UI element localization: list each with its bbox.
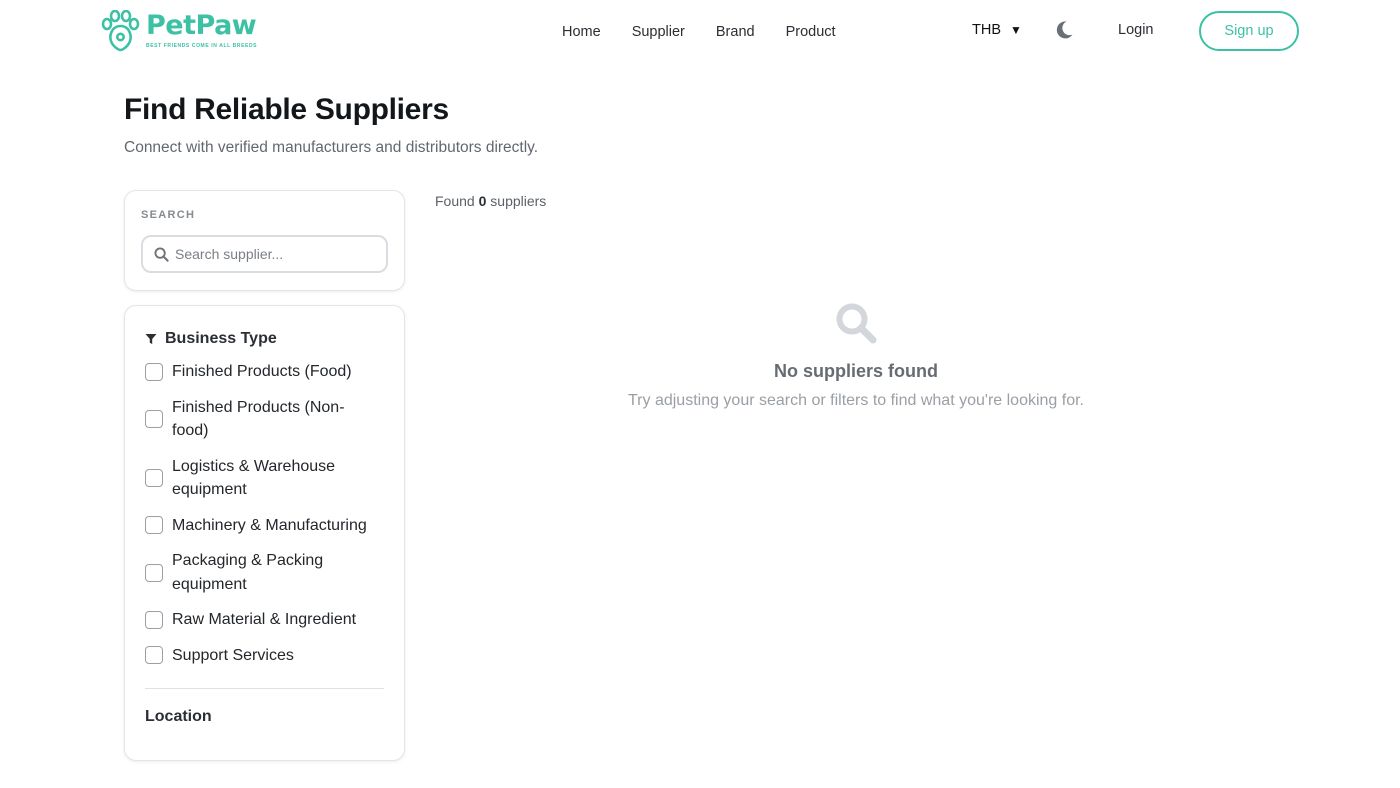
option-label: Finished Products (Non-food) (172, 398, 345, 440)
option-label: Logistics & Warehouse equipment (172, 457, 336, 499)
business-type-option[interactable]: Logistics & Warehouse equipment (145, 455, 390, 502)
top-header: PetPaw BEST FRIENDS COME IN ALL BREEDS H… (0, 0, 1400, 64)
business-type-option[interactable]: Packaging & Packing equipment (145, 549, 390, 596)
location-section-toggle[interactable]: Location (145, 708, 212, 726)
business-type-option[interactable]: Finished Products (Food) (145, 360, 390, 384)
empty-state-title: No suppliers found (774, 361, 938, 381)
empty-state-text: Try adjusting your search or filters to … (627, 392, 1084, 409)
found-count: 0 (478, 193, 487, 209)
nav-product[interactable]: Product (786, 23, 836, 41)
business-type-options: Finished Products (Food) Finished Produc… (145, 360, 390, 679)
checkbox[interactable] (145, 610, 163, 629)
empty-search-icon (836, 303, 877, 344)
checkbox[interactable] (145, 516, 163, 535)
page-subtitle: Connect with verified manufacturers and … (124, 139, 539, 156)
signup-button[interactable]: Sign up (1199, 11, 1299, 51)
nav-supplier[interactable]: Supplier (632, 23, 685, 41)
caret-down-icon: ▼ (1010, 23, 1022, 37)
option-label: Support Services (172, 646, 294, 664)
paw-logo-icon (101, 10, 140, 52)
currency-value: THB (972, 22, 1001, 38)
petpaw-logo[interactable]: PetPaw BEST FRIENDS COME IN ALL BREEDS (100, 10, 257, 52)
checkbox[interactable] (145, 646, 163, 665)
option-label: Finished Products (Food) (172, 363, 352, 380)
page-title: Find Reliable Suppliers (124, 93, 449, 126)
option-label: Machinery & Manufacturing (172, 516, 367, 534)
business-type-option[interactable]: Machinery & Manufacturing (145, 514, 390, 538)
divider (145, 688, 384, 689)
business-type-title: Business Type (165, 330, 277, 347)
search-label: SEARCH (141, 209, 196, 221)
main-nav: Home Supplier Brand Product (562, 23, 867, 41)
option-label: Raw Material & Ingredient (172, 611, 357, 628)
business-type-option[interactable]: Finished Products (Non-food) (145, 396, 390, 443)
filter-card: Business Type Finished Products (Food) F… (124, 305, 405, 761)
brand-tagline: BEST FRIENDS COME IN ALL BREEDS (146, 43, 258, 49)
checkbox[interactable] (145, 469, 163, 487)
business-type-option[interactable]: Raw Material & Ingredient (145, 608, 390, 632)
found-suffix: suppliers (490, 193, 547, 209)
login-link[interactable]: Login (1118, 22, 1153, 38)
business-type-option[interactable]: Support Services (145, 644, 390, 668)
results-count: Found 0 suppliers (435, 193, 546, 209)
option-label: Packaging & Packing equipment (172, 552, 324, 593)
found-prefix: Found (435, 193, 475, 209)
search-icon (154, 246, 169, 262)
brand-name: PetPaw (146, 10, 257, 41)
search-input[interactable] (175, 246, 375, 262)
checkbox[interactable] (145, 410, 163, 428)
filter-icon (145, 334, 157, 344)
nav-brand[interactable]: Brand (716, 23, 755, 41)
checkbox[interactable] (145, 362, 163, 381)
search-card: SEARCH (124, 190, 405, 291)
moon-icon[interactable] (1053, 19, 1075, 41)
business-type-header: Business Type (145, 330, 277, 348)
currency-selector[interactable]: THB ▼ (972, 22, 1022, 38)
checkbox[interactable] (145, 563, 163, 582)
search-box[interactable] (141, 235, 388, 273)
nav-home[interactable]: Home (562, 23, 601, 41)
